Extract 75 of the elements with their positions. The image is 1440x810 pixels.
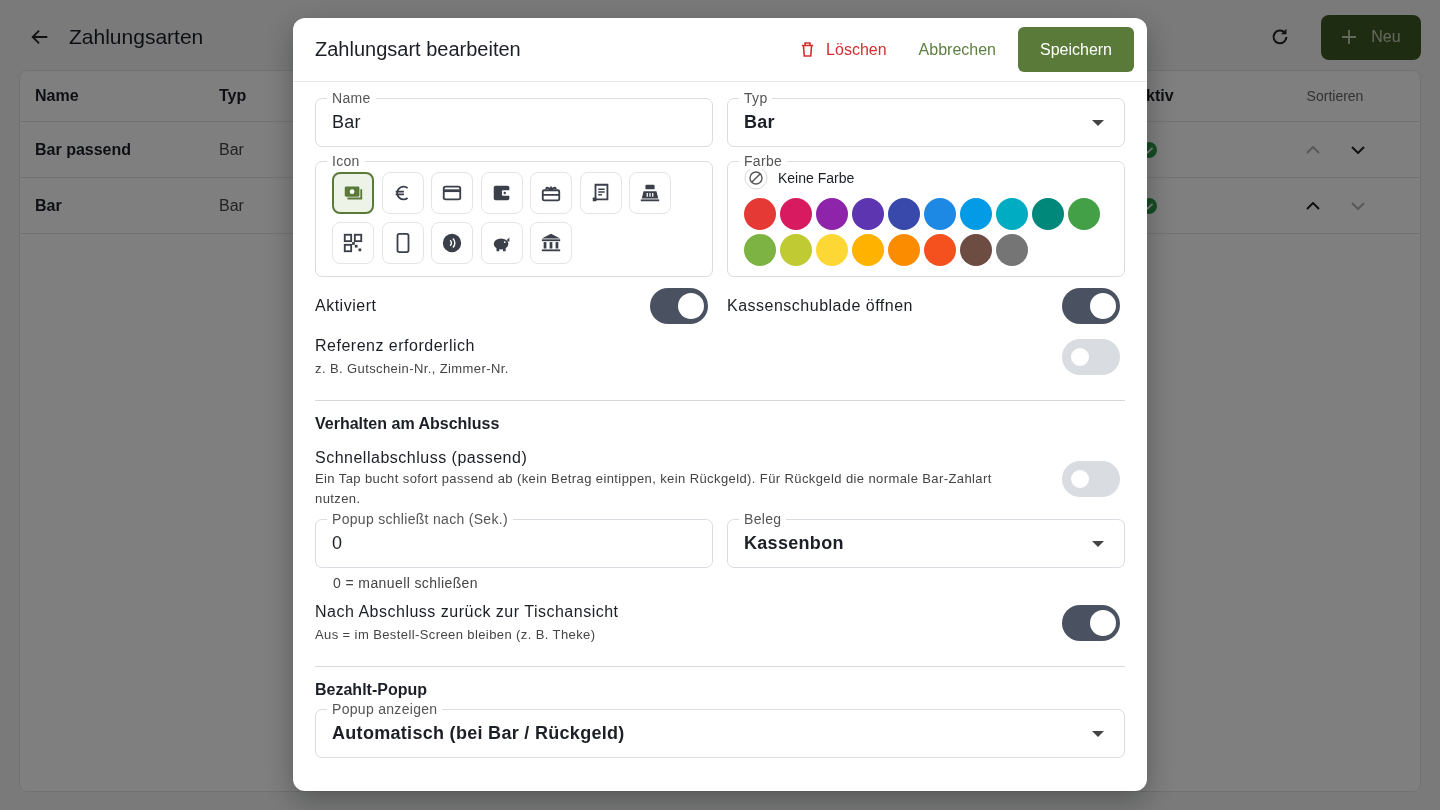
toggle-switch[interactable] [1062, 288, 1120, 324]
trash-icon [801, 42, 815, 57]
gift-icon[interactable] [530, 172, 572, 214]
color-swatch[interactable] [780, 198, 812, 230]
no-color-label: Keine Farbe [778, 170, 855, 186]
toggle-switch[interactable] [1062, 461, 1120, 497]
contactless-icon[interactable] [431, 222, 473, 264]
move-up-icon[interactable] [1305, 201, 1320, 210]
qr-icon[interactable] [332, 222, 374, 264]
toggle-hint: z. B. Gutschein-Nr., Zimmer-Nr. [315, 361, 509, 376]
section-title: Verhalten am Abschluss [315, 415, 501, 433]
color-swatch[interactable] [924, 198, 956, 230]
color-swatch[interactable] [960, 234, 992, 266]
column-header: Typ [219, 87, 247, 105]
color-swatch[interactable] [924, 234, 956, 266]
name-field[interactable]: Name Bar [315, 90, 713, 147]
dropdown-caret-icon [1092, 119, 1104, 126]
table-cell: Bar [35, 196, 62, 215]
receipt-select[interactable]: Beleg Kassenbon [727, 511, 1125, 568]
cash-icon[interactable] [332, 172, 374, 214]
dropdown-caret-icon [1092, 540, 1104, 547]
delete-button[interactable]: Löschen [791, 32, 897, 67]
page-title: Zahlungsarten [69, 25, 204, 49]
color-swatch[interactable] [852, 234, 884, 266]
toggle-hint: Ein Tap bucht sofort passend ab (kein Betrag eintippen, kein Rückgeld). Für Rückgeld die normale Bar-Zahlart nutzen. [315, 470, 993, 508]
column-header: Sortieren [1306, 88, 1364, 104]
seconds-field[interactable]: Popup schließt nach (Sek.) 0 [315, 511, 713, 568]
save-button[interactable]: Speichern [1018, 27, 1134, 72]
toggle-switch[interactable] [650, 288, 708, 324]
color-swatch[interactable] [888, 234, 920, 266]
column-header: ktiv [1145, 87, 1174, 105]
color-swatch[interactable] [816, 198, 848, 230]
toggle-label: Kassenschublade öffnen [727, 297, 913, 315]
toggle-label: Aktiviert [315, 297, 377, 315]
toggle-switch[interactable] [1062, 604, 1120, 641]
phone-icon[interactable] [381, 222, 424, 264]
toggle-label: Referenz erforderlich [315, 337, 476, 355]
color-swatch[interactable] [744, 234, 776, 266]
section-title: Bezahlt-Popup [315, 681, 428, 699]
piggy-icon[interactable] [480, 222, 523, 264]
color-swatch[interactable] [888, 198, 920, 230]
toggle-label: Nach Abschluss zurück zur Tischansicht [315, 603, 619, 621]
dialog-title: Zahlungsart bearbeiten [315, 38, 521, 61]
register-icon[interactable] [629, 172, 671, 214]
toggle-hint: Aus = im Bestell-Screen bleiben (z. B. Theke) [315, 627, 597, 642]
cancel-button[interactable]: Abbrechen [906, 32, 1008, 67]
euro-icon[interactable] [381, 172, 424, 214]
card-icon[interactable] [431, 172, 473, 214]
icon-picker: Icon [315, 153, 713, 277]
color-swatch[interactable] [996, 198, 1028, 230]
table-cell: Bar passend [35, 140, 132, 159]
color-swatch[interactable] [780, 234, 812, 266]
color-swatch[interactable] [744, 198, 776, 230]
move-down-icon[interactable] [1350, 145, 1365, 154]
no-color-icon[interactable] [744, 166, 768, 190]
bank-icon[interactable] [530, 222, 572, 264]
receipt-icon[interactable] [579, 172, 622, 214]
color-swatch[interactable] [816, 234, 848, 266]
color-swatch[interactable] [960, 198, 992, 230]
field-helper-text: 0 = manuell schließen [332, 574, 479, 591]
popup-select[interactable]: Popup anzeigen Automatisch (bei Bar / Rückgeld) [315, 701, 1125, 758]
color-picker: Farbe Keine Farbe [727, 153, 1125, 277]
color-swatch[interactable] [1032, 198, 1064, 230]
color-swatch[interactable] [1068, 198, 1100, 230]
dropdown-caret-icon [1092, 730, 1104, 737]
wallet-icon[interactable] [480, 172, 523, 214]
toggle-switch[interactable] [1062, 338, 1120, 375]
type-select[interactable]: Typ Bar [727, 90, 1125, 147]
table-cell: Bar [219, 140, 244, 159]
plus-icon [1341, 29, 1358, 45]
toggle-label: Schnellabschluss (passend) [315, 449, 529, 467]
color-swatch[interactable] [996, 234, 1028, 266]
column-header: Name [35, 87, 79, 105]
color-swatch[interactable] [852, 198, 884, 230]
table-cell: Bar [219, 196, 244, 215]
